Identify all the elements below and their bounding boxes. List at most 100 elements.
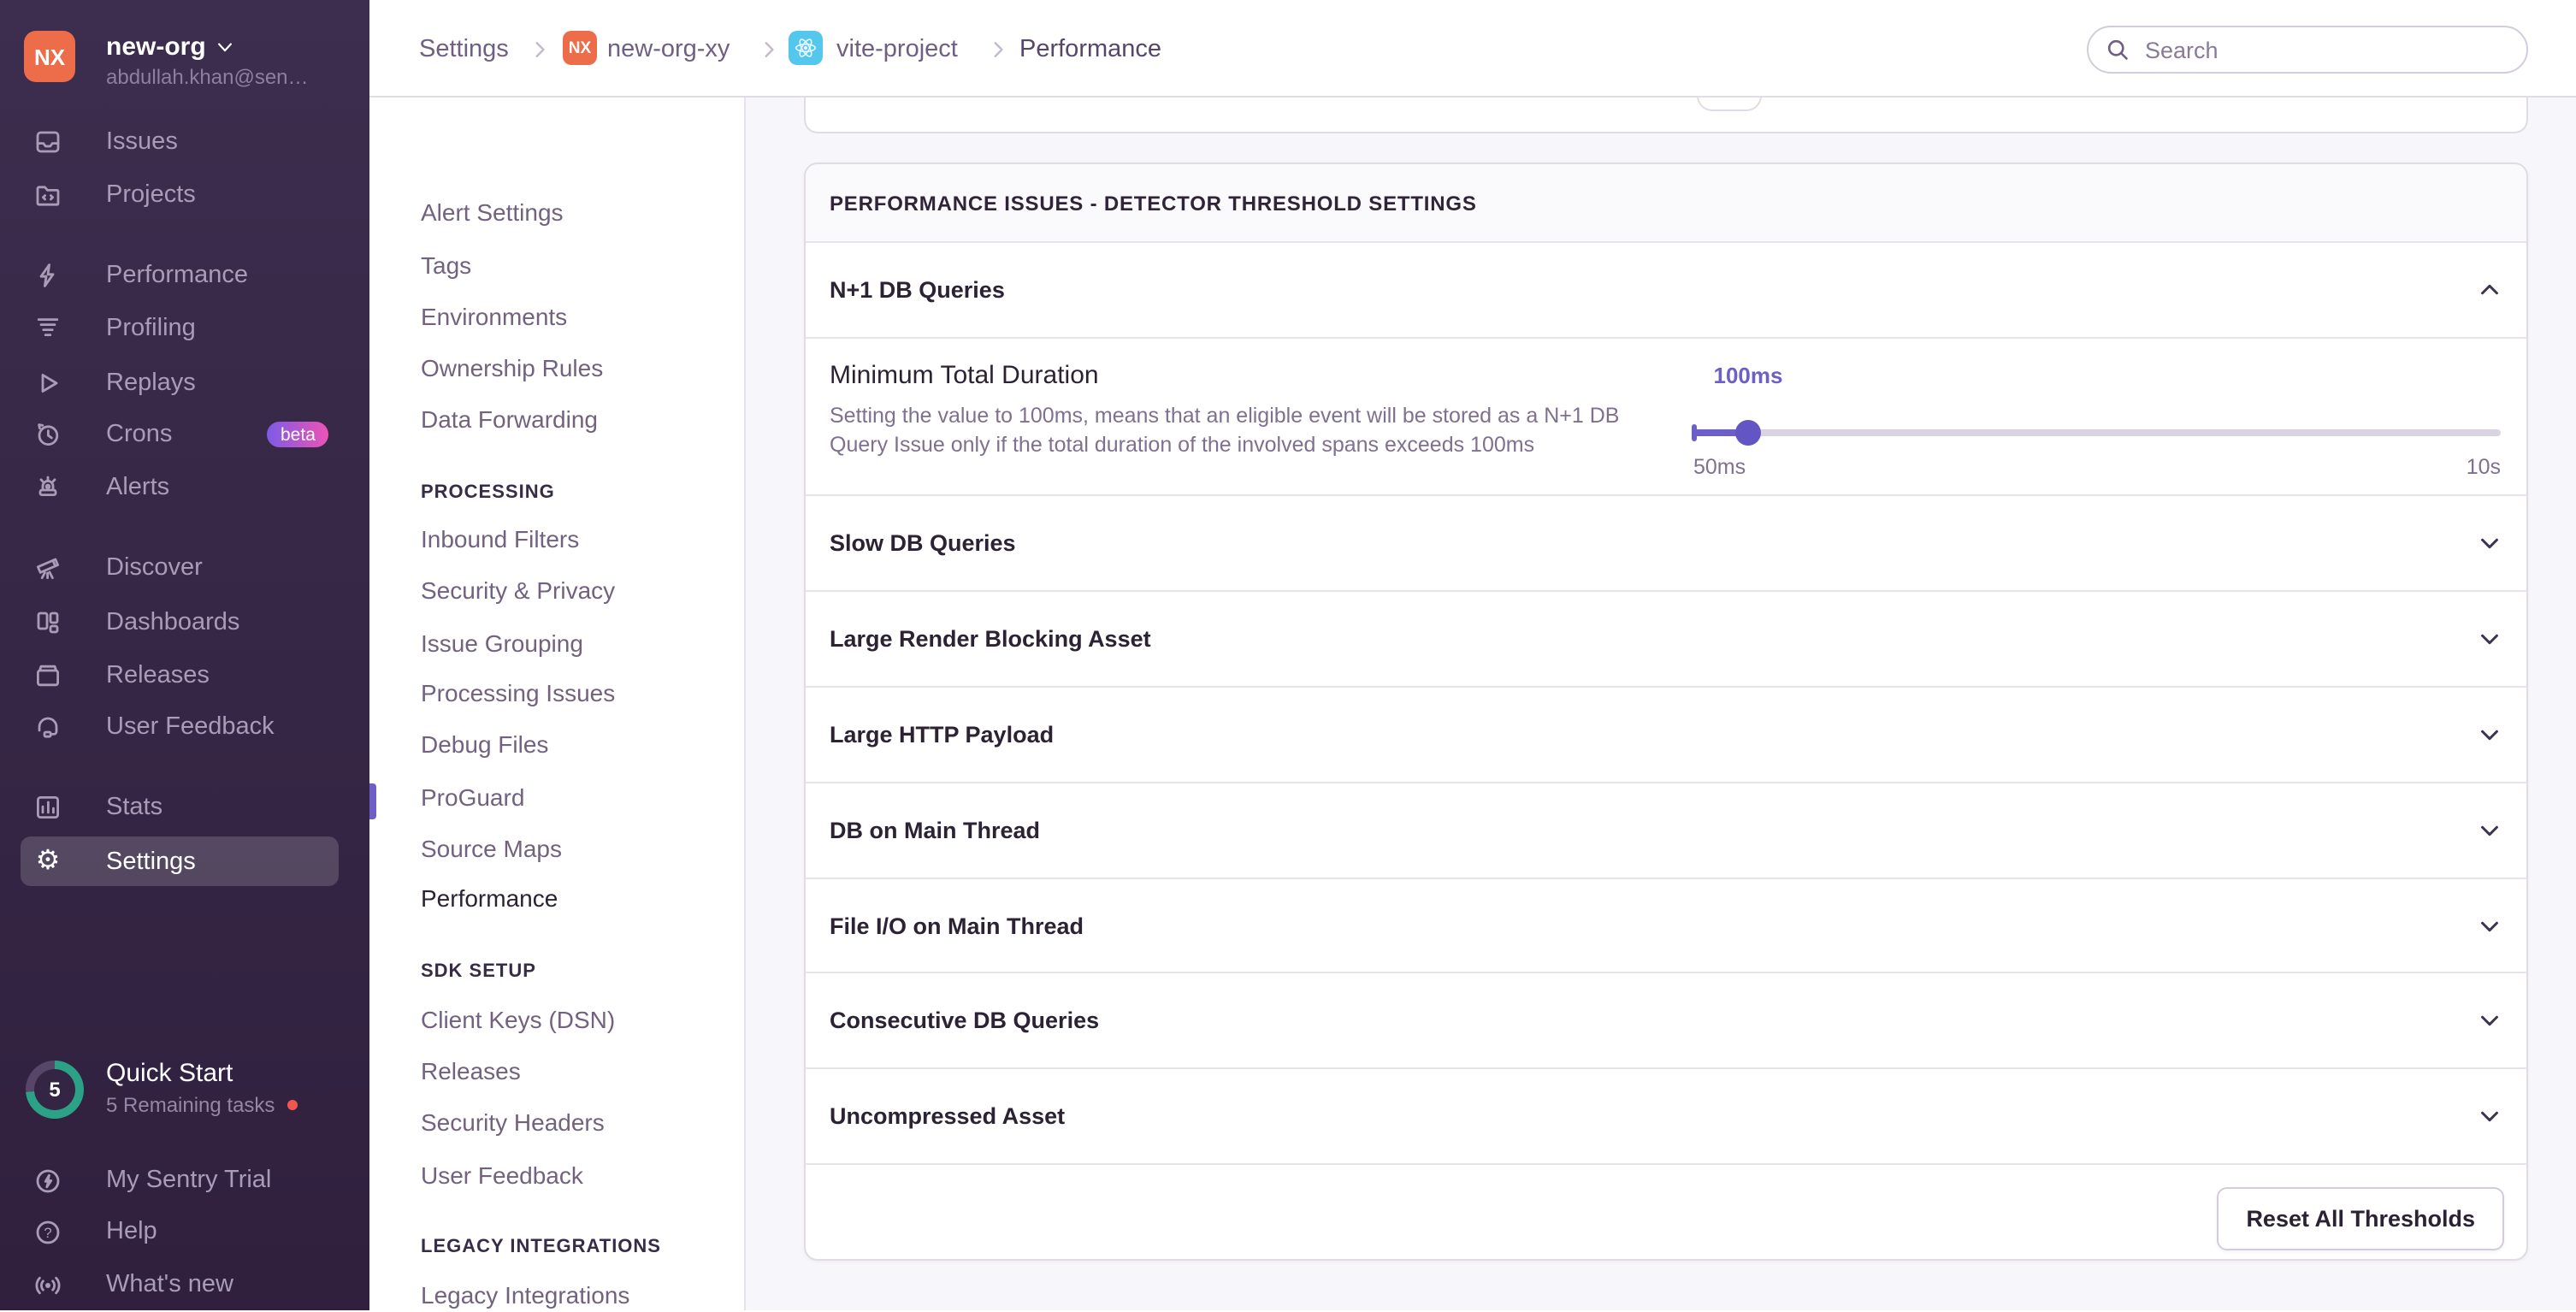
minimum-total-duration-slider[interactable]: 100ms 50ms 10s bbox=[1693, 363, 2501, 476]
settings-nav-inbound-filters[interactable]: Inbound Filters bbox=[421, 522, 579, 556]
sidebar-item-user-feedback[interactable]: User Feedback bbox=[0, 703, 369, 751]
detector-row-large-http-payload[interactable]: Large HTTP Payload bbox=[806, 688, 2526, 783]
trial-bolt-icon bbox=[34, 1167, 62, 1194]
sidebar-item-alerts[interactable]: Alerts bbox=[0, 464, 369, 511]
sidebar-item-crons[interactable]: Crons beta bbox=[0, 411, 369, 458]
settings-nav-alert-settings[interactable]: Alert Settings bbox=[421, 195, 564, 229]
search-icon bbox=[2106, 38, 2130, 62]
sidebar-item-profiling[interactable]: Profiling bbox=[0, 304, 369, 352]
breadcrumb-settings[interactable]: Settings bbox=[419, 36, 509, 63]
chevron-up-icon[interactable] bbox=[2477, 277, 2502, 303]
settings-nav-tags[interactable]: Tags bbox=[421, 248, 471, 282]
reset-all-thresholds-button[interactable]: Reset All Thresholds bbox=[2217, 1187, 2504, 1250]
threshold-label: Minimum Total Duration bbox=[830, 361, 1099, 390]
org-avatar[interactable]: NX bbox=[24, 31, 75, 82]
sidebar-item-discover[interactable]: Discover bbox=[0, 544, 369, 592]
detector-row-consecutive-db-queries[interactable]: Consecutive DB Queries bbox=[806, 974, 2526, 1070]
gear-icon: ⚙ bbox=[34, 848, 62, 875]
settings-nav-processing-issues[interactable]: Processing Issues bbox=[421, 676, 615, 710]
sidebar-item-stats[interactable]: Stats bbox=[0, 783, 369, 831]
breadcrumb-project[interactable]: vite-project bbox=[836, 36, 958, 63]
sidebar-item-settings[interactable]: ⚙ Settings bbox=[21, 836, 339, 886]
search-box[interactable] bbox=[2087, 26, 2528, 74]
dashboards-icon bbox=[34, 609, 62, 636]
active-nav-indicator bbox=[369, 783, 376, 819]
sidebar-item-issues[interactable]: Issues bbox=[0, 118, 369, 166]
releases-icon bbox=[34, 662, 62, 689]
discover-icon bbox=[34, 554, 62, 582]
scrolled-input-notch bbox=[1697, 96, 1762, 111]
settings-sidebar: Alert Settings Tags Environments Ownersh… bbox=[369, 96, 746, 1310]
projects-icon bbox=[34, 181, 62, 209]
user-feedback-icon bbox=[34, 713, 62, 741]
chevron-down-icon[interactable] bbox=[2477, 721, 2502, 747]
org-name: new-org bbox=[106, 33, 206, 62]
chevron-right-icon bbox=[759, 38, 780, 68]
sidebar-item-whats-new[interactable]: What's new bbox=[0, 1261, 369, 1309]
profiling-icon bbox=[34, 315, 62, 342]
sidebar-item-performance[interactable]: Performance bbox=[0, 251, 369, 299]
settings-nav-environments[interactable]: Environments bbox=[421, 299, 567, 334]
sidebar-item-releases[interactable]: Releases bbox=[0, 652, 369, 700]
settings-nav-security-privacy[interactable]: Security & Privacy bbox=[421, 573, 615, 607]
settings-nav-data-forwarding[interactable]: Data Forwarding bbox=[421, 402, 598, 436]
settings-nav-header-processing: PROCESSING bbox=[421, 479, 555, 506]
sidebar-item-projects[interactable]: Projects bbox=[0, 171, 369, 219]
quick-start-title[interactable]: Quick Start bbox=[106, 1059, 233, 1088]
primary-sidebar: NX new-org abdullah.khan@sen… Issues Pro… bbox=[0, 0, 369, 1310]
breadcrumb-org[interactable]: new-org-xy bbox=[607, 36, 730, 63]
chevron-down-icon bbox=[216, 38, 235, 56]
stats-icon bbox=[34, 794, 62, 821]
scrolled-card-bottom bbox=[804, 96, 2528, 133]
chevron-down-icon[interactable] bbox=[2477, 1104, 2502, 1130]
detector-row-db-on-main-thread[interactable]: DB on Main Thread bbox=[806, 783, 2526, 878]
chevron-down-icon[interactable] bbox=[2477, 530, 2502, 556]
settings-nav-issue-grouping[interactable]: Issue Grouping bbox=[421, 626, 583, 660]
detector-row-large-render-blocking-asset[interactable]: Large Render Blocking Asset bbox=[806, 592, 2526, 688]
org-user-email: abdullah.khan@sen… bbox=[106, 65, 363, 89]
slider-max-label: 10s bbox=[2467, 455, 2501, 479]
settings-nav-performance[interactable]: Performance bbox=[421, 881, 558, 915]
crons-icon bbox=[34, 421, 62, 448]
quick-start-progress-ring[interactable]: 5 bbox=[26, 1061, 84, 1119]
settings-nav-user-feedback[interactable]: User Feedback bbox=[421, 1158, 583, 1192]
chevron-down-icon[interactable] bbox=[2477, 1008, 2502, 1034]
notification-dot bbox=[287, 1100, 297, 1110]
threshold-description: Setting the value to 100ms, means that a… bbox=[830, 402, 1619, 458]
react-project-icon bbox=[789, 31, 823, 65]
detector-row-n-plus-one[interactable]: N+1 DB Queries bbox=[806, 243, 2526, 339]
detector-row-slow-db-queries[interactable]: Slow DB Queries bbox=[806, 496, 2526, 592]
alerts-icon bbox=[34, 474, 62, 501]
chevron-down-icon[interactable] bbox=[2477, 626, 2502, 652]
help-icon: ? bbox=[34, 1218, 62, 1245]
settings-nav-security-headers[interactable]: Security Headers bbox=[421, 1105, 605, 1139]
search-input[interactable] bbox=[2142, 35, 2490, 64]
settings-nav-header-legacy: LEGACY INTEGRATIONS bbox=[421, 1233, 661, 1261]
sidebar-item-replays[interactable]: Replays bbox=[0, 359, 369, 407]
settings-nav-debug-files[interactable]: Debug Files bbox=[421, 727, 548, 761]
slider-track[interactable] bbox=[1693, 429, 2501, 436]
top-bar: Settings NX new-org-xy vite-project Perf… bbox=[369, 0, 2576, 98]
settings-nav-proguard[interactable]: ProGuard bbox=[421, 780, 524, 814]
settings-nav-legacy-integrations[interactable]: Legacy Integrations bbox=[421, 1278, 629, 1312]
chevron-down-icon[interactable] bbox=[2477, 913, 2502, 938]
breadcrumb-page: Performance bbox=[1019, 36, 1161, 63]
settings-nav-source-maps[interactable]: Source Maps bbox=[421, 831, 562, 866]
panel-title: PERFORMANCE ISSUES - DETECTOR THRESHOLD … bbox=[806, 164, 2526, 243]
sidebar-item-help[interactable]: ? Help bbox=[0, 1208, 369, 1256]
panel-footer: Reset All Thresholds bbox=[806, 1165, 2526, 1259]
breadcrumb-org-badge: NX bbox=[563, 31, 597, 65]
detector-row-file-io-on-main-thread[interactable]: File I/O on Main Thread bbox=[806, 878, 2526, 974]
settings-nav-client-keys[interactable]: Client Keys (DSN) bbox=[421, 1002, 615, 1037]
beta-badge: beta bbox=[267, 422, 329, 447]
sidebar-item-my-sentry-trial[interactable]: My Sentry Trial bbox=[0, 1156, 369, 1204]
slider-min-label: 50ms bbox=[1693, 455, 1746, 479]
slider-thumb[interactable] bbox=[1735, 420, 1761, 446]
org-switcher[interactable]: new-org bbox=[106, 33, 235, 62]
detector-row-uncompressed-asset[interactable]: Uncompressed Asset bbox=[806, 1070, 2526, 1166]
sidebar-item-dashboards[interactable]: Dashboards bbox=[0, 599, 369, 647]
settings-nav-ownership-rules[interactable]: Ownership Rules bbox=[421, 351, 603, 385]
chevron-down-icon[interactable] bbox=[2477, 817, 2502, 842]
settings-nav-releases[interactable]: Releases bbox=[421, 1054, 521, 1088]
quick-start-count: 5 bbox=[34, 1069, 75, 1110]
